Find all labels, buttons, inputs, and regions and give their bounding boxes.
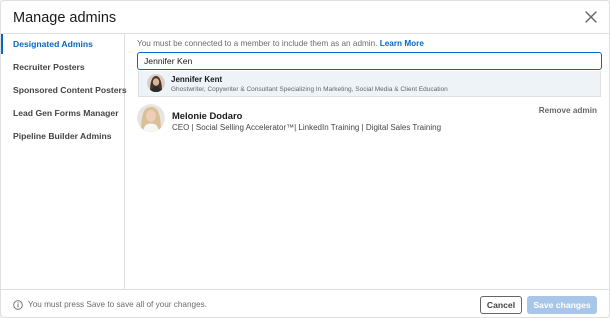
manage-admins-modal: Manage admins Designated Admins Recruite… [0,0,610,318]
designated-admins-panel: You must be connected to a member to inc… [125,34,609,289]
sidebar-item-sponsored-content-posters[interactable]: Sponsored Content Posters [1,80,127,100]
sidebar-item-pipeline-builder-admins[interactable]: Pipeline Builder Admins [1,126,124,146]
avatar [147,74,165,92]
sidebar-item-lead-gen-forms-manager[interactable]: Lead Gen Forms Manager [1,103,124,123]
admin-search-input[interactable] [137,52,602,70]
suggestion-headline: Ghostwriter, Copywriter & Consultant Spe… [171,86,448,93]
connection-requirement-text: You must be connected to a member to inc… [137,39,378,48]
search-suggestion-item[interactable]: Jennifer Kent Ghostwriter, Copywriter & … [138,71,601,97]
close-button[interactable] [583,9,599,25]
sidebar-item-recruiter-posters[interactable]: Recruiter Posters [1,57,124,77]
connection-requirement-note: You must be connected to a member to inc… [137,39,424,48]
avatar [137,104,165,132]
info-icon [13,300,23,310]
remove-admin-button[interactable]: Remove admin [539,106,597,115]
close-icon [585,11,597,23]
admin-list-item: Melonie Dodaro CEO | Social Selling Acce… [137,104,603,136]
sidebar-item-designated-admins[interactable]: Designated Admins [1,34,124,54]
suggestion-name: Jennifer Kent [171,75,223,84]
admin-name: Melonie Dodaro [172,110,243,121]
admin-types-sidebar: Designated Admins Recruiter Posters Spon… [1,34,127,289]
save-changes-button[interactable]: Save changes [527,296,597,314]
learn-more-link[interactable]: Learn More [380,39,424,48]
admin-headline: CEO | Social Selling Accelerator™| Linke… [172,123,442,132]
modal-header: Manage admins [1,1,609,34]
modal-footer: You must press Save to save all of your … [1,289,609,317]
cancel-button[interactable]: Cancel [480,296,522,314]
save-reminder-text: You must press Save to save all of your … [28,300,208,309]
modal-title: Manage admins [13,10,117,26]
